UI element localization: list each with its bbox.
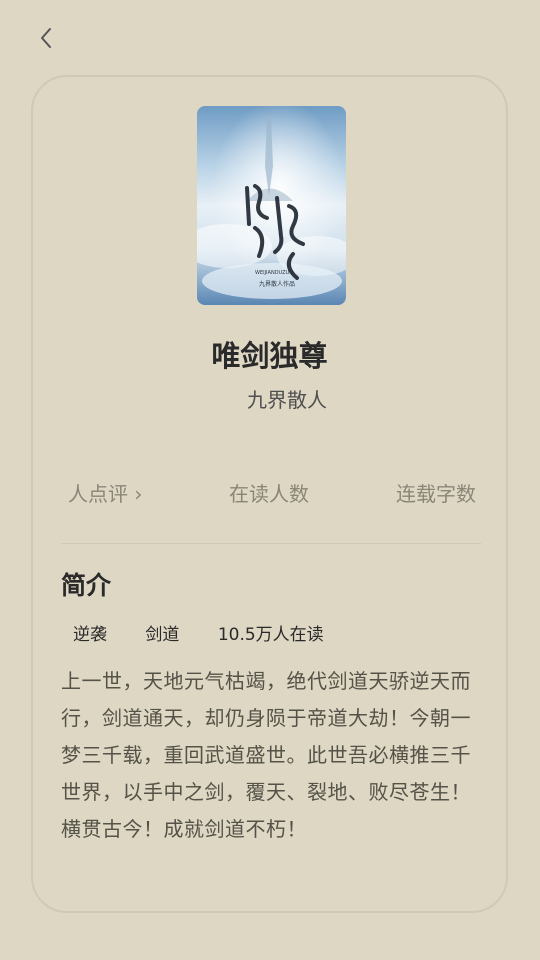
book-stats-row: 人点评 › 在读人数 连载字数 [33, 478, 506, 508]
book-info-card: WEIJIANDUZUN 九界散人作品 唯剑独尊 九界散人 人点评 › 在读人数… [31, 75, 508, 913]
word-count-label: 连载字数 [396, 482, 476, 506]
book-synopsis: 上一世，天地元气枯竭，绝代剑道天骄逆天而行，剑道通天，却仍身陨于帝道大劫！今朝一… [61, 669, 471, 841]
reviews-label: 人点评 [68, 482, 128, 506]
book-detail-page: WEIJIANDUZUN 九界散人作品 唯剑独尊 九界散人 人点评 › 在读人数… [0, 0, 540, 960]
reviews-link[interactable]: 人点评 › [68, 478, 142, 507]
book-cover[interactable]: WEIJIANDUZUN 九界散人作品 [197, 106, 346, 305]
divider [61, 543, 481, 544]
svg-text:WEIJIANDUZUN: WEIJIANDUZUN [255, 270, 293, 276]
book-author[interactable]: 九界散人 [247, 384, 327, 413]
cover-artwork: WEIJIANDUZUN 九界散人作品 [197, 106, 346, 305]
tag-item[interactable]: 剑道 [145, 620, 179, 645]
reading-count-label: 在读人数 [229, 482, 309, 506]
reader-count-badge: 10.5万人在读 [217, 625, 324, 645]
chevron-left-icon [41, 28, 51, 48]
book-tags: 逆袭 剑道 10.5万人在读 [73, 620, 324, 645]
back-button[interactable] [30, 22, 62, 54]
chevron-right-icon: › [134, 482, 143, 506]
cover-publisher-line: 九界散人作品 [259, 280, 295, 288]
intro-section-title: 简介 [61, 571, 112, 600]
tag-item[interactable]: 逆袭 [73, 620, 107, 645]
book-title: 唯剑独尊 [211, 339, 328, 373]
